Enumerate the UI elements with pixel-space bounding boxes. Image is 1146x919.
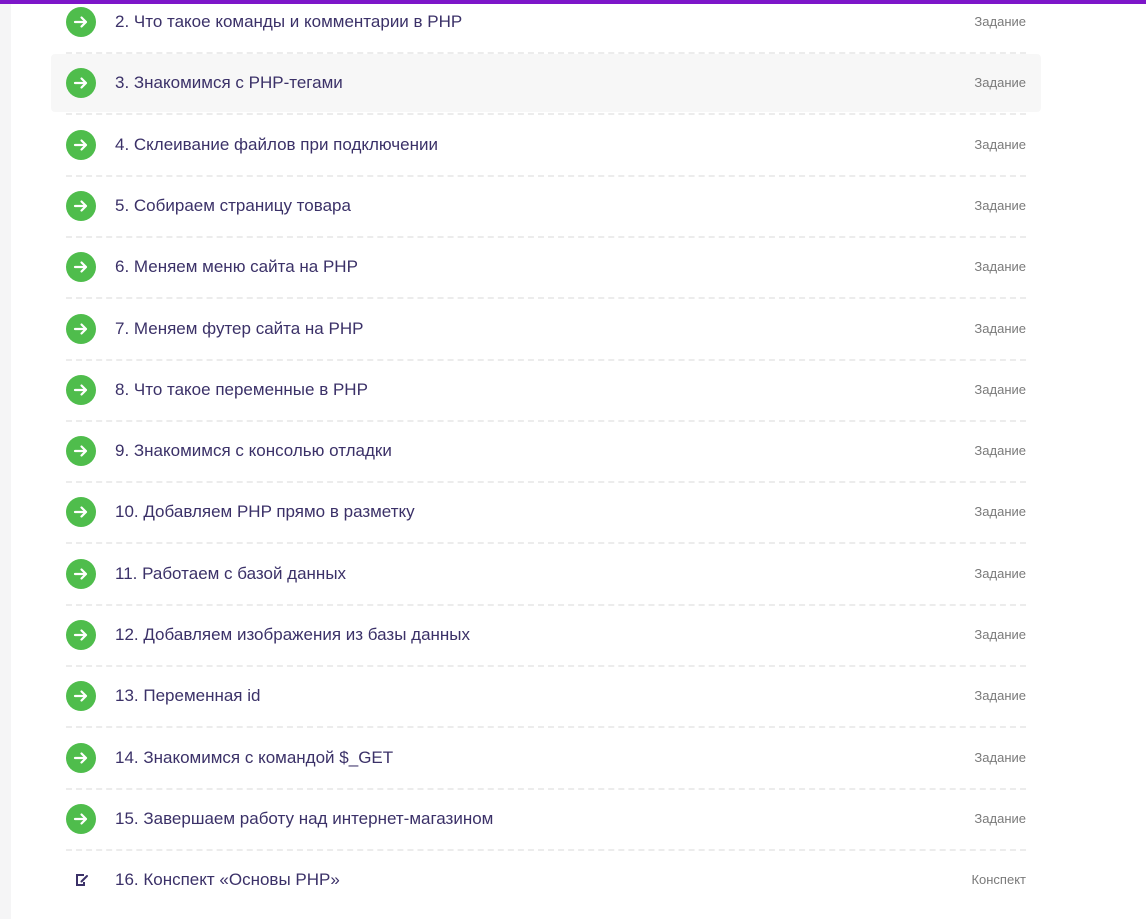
- arrow-right-icon: [66, 130, 96, 160]
- arrow-right-icon: [66, 743, 96, 773]
- lesson-row[interactable]: 12. Добавляем изображения из базы данных…: [51, 606, 1041, 664]
- arrow-right-icon: [66, 252, 96, 282]
- lesson-title[interactable]: 4. Склеивание файлов при подключении: [115, 135, 438, 155]
- arrow-right-icon: [66, 559, 96, 589]
- lesson-type-label: Задание: [974, 321, 1026, 336]
- arrow-right-icon: [66, 436, 96, 466]
- lesson-title[interactable]: 3. Знакомимся с PHP-тегами: [115, 73, 343, 93]
- lesson-type-label: Задание: [974, 811, 1026, 826]
- lesson-type-label: Задание: [974, 627, 1026, 642]
- lesson-title[interactable]: 14. Знакомимся с командой $_GET: [115, 748, 393, 768]
- arrow-right-icon: [66, 620, 96, 650]
- lesson-title[interactable]: 12. Добавляем изображения из базы данных: [115, 625, 470, 645]
- lesson-title[interactable]: 5. Собираем страницу товара: [115, 196, 351, 216]
- lesson-type-label: Задание: [974, 443, 1026, 458]
- lesson-type-label: Задание: [974, 137, 1026, 152]
- lesson-row[interactable]: 16. Конспект «Основы PHP» Конспект: [51, 851, 1041, 909]
- row-divider: [66, 113, 1026, 115]
- lesson-row[interactable]: 7. Меняем футер сайта на PHP Задание: [51, 300, 1041, 358]
- lesson-type-label: Задание: [974, 750, 1026, 765]
- lesson-type-label: Задание: [974, 504, 1026, 519]
- lesson-row[interactable]: 9. Знакомимся с консолью отладки Задание: [51, 422, 1041, 480]
- arrow-right-icon: [66, 7, 96, 37]
- arrow-right-icon: [66, 68, 96, 98]
- row-divider: [66, 726, 1026, 728]
- lesson-row[interactable]: 6. Меняем меню сайта на PHP Задание: [51, 238, 1041, 296]
- lesson-row[interactable]: 11. Работаем с базой данных Задание: [51, 545, 1041, 603]
- lesson-title[interactable]: 11. Работаем с базой данных: [115, 564, 346, 584]
- arrow-right-icon: [66, 191, 96, 221]
- lesson-type-label: Задание: [974, 382, 1026, 397]
- lesson-type-label: Задание: [974, 14, 1026, 29]
- lesson-title[interactable]: 8. Что такое переменные в PHP: [115, 380, 368, 400]
- lesson-row[interactable]: 10. Добавляем PHP прямо в разметку Задани…: [51, 483, 1041, 541]
- arrow-right-icon: [66, 375, 96, 405]
- lesson-row[interactable]: 4. Склеивание файлов при подключении Зада…: [51, 116, 1041, 174]
- lesson-title[interactable]: 9. Знакомимся с консолью отладки: [115, 441, 392, 461]
- left-sidebar-edge: [0, 4, 11, 919]
- arrow-right-icon: [66, 314, 96, 344]
- lesson-row[interactable]: 5. Собираем страницу товара Задание: [51, 177, 1041, 235]
- lesson-title[interactable]: 6. Меняем меню сайта на PHP: [115, 257, 358, 277]
- row-divider: [66, 542, 1026, 544]
- lesson-row[interactable]: 14. Знакомимся с командой $_GET Задание: [51, 729, 1041, 787]
- lesson-row[interactable]: 8. Что такое переменные в PHP Задание: [51, 361, 1041, 419]
- lesson-title[interactable]: 16. Конспект «Основы PHP»: [115, 870, 340, 890]
- lesson-title[interactable]: 15. Завершаем работу над интернет-магази…: [115, 809, 493, 829]
- lesson-type-label: Конспект: [971, 872, 1026, 887]
- arrow-right-icon: [66, 681, 96, 711]
- lesson-row[interactable]: 15. Завершаем работу над интернет-магази…: [51, 790, 1041, 848]
- lesson-title[interactable]: 10. Добавляем PHP прямо в разметку: [115, 502, 415, 522]
- notes-icon: [75, 873, 89, 887]
- arrow-right-icon: [66, 497, 96, 527]
- arrow-right-icon: [66, 804, 96, 834]
- row-divider: [66, 297, 1026, 299]
- lesson-type-label: Задание: [974, 688, 1026, 703]
- lesson-row[interactable]: 2. Что такое команды и комментарии в PHP…: [51, 0, 1041, 51]
- lesson-title[interactable]: 2. Что такое команды и комментарии в PHP: [115, 12, 462, 32]
- lesson-title[interactable]: 13. Переменная id: [115, 686, 260, 706]
- lesson-type-label: Задание: [974, 259, 1026, 274]
- lesson-row[interactable]: 13. Переменная id Задание: [51, 667, 1041, 725]
- lesson-type-label: Задание: [974, 75, 1026, 90]
- lesson-type-label: Задание: [974, 198, 1026, 213]
- lesson-row[interactable]: 3. Знакомимся с PHP-тегами Задание: [51, 54, 1041, 112]
- lesson-title[interactable]: 7. Меняем футер сайта на PHP: [115, 319, 363, 339]
- lesson-type-label: Задание: [974, 566, 1026, 581]
